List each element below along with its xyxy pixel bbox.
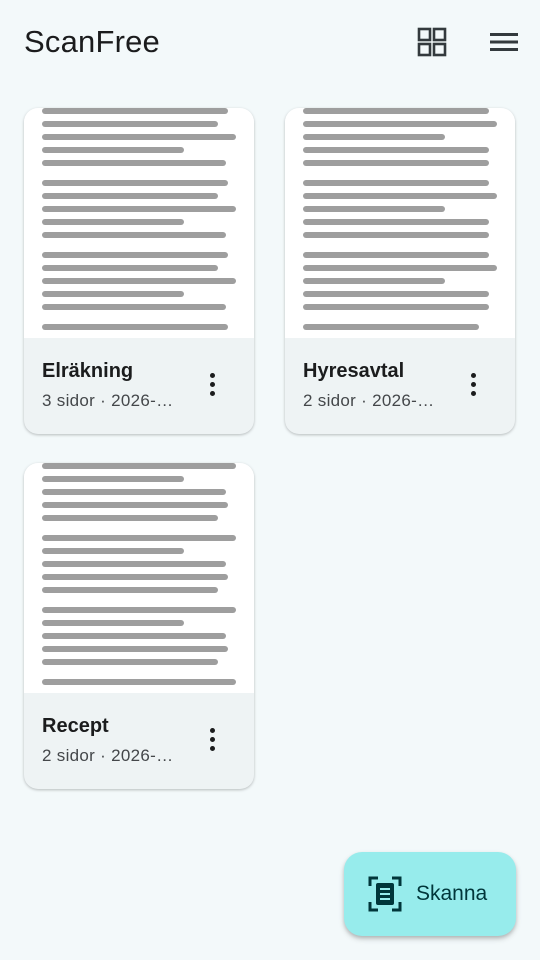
menu-button[interactable] xyxy=(486,24,522,60)
thumbnail-text-line xyxy=(303,206,445,212)
thumbnail-text-line xyxy=(42,535,236,541)
document-title: Hyresavtal xyxy=(303,360,405,382)
thumbnail-text-line xyxy=(42,502,228,508)
thumbnail-text-line xyxy=(42,561,226,567)
thumbnail-text-line xyxy=(303,265,497,271)
more-options-button[interactable] xyxy=(457,368,489,400)
grid-view-icon xyxy=(417,27,447,57)
document-card[interactable]: Elräkning 3 sidor · 2026-… xyxy=(24,108,254,434)
thumbnail-text-line xyxy=(42,463,236,469)
thumbnail-text-line xyxy=(303,324,479,330)
thumbnail-text-line xyxy=(42,180,228,186)
thumbnail-text-line xyxy=(303,252,489,258)
scan-button[interactable]: Skanna xyxy=(344,852,516,936)
thumbnail-text-line xyxy=(42,121,218,127)
thumbnail-text-line xyxy=(42,659,218,665)
more-vert-icon xyxy=(209,372,215,378)
thumbnail-text-line xyxy=(42,219,184,225)
thumbnail-text-line xyxy=(42,193,218,199)
thumbnail-text-line xyxy=(42,252,228,258)
thumbnail-text-line xyxy=(42,515,218,521)
thumbnail-text-line xyxy=(42,646,228,652)
thumbnail-text-line xyxy=(303,219,489,225)
thumbnail-text-line xyxy=(42,548,184,554)
thumbnail-text-line xyxy=(303,121,497,127)
document-thumbnail xyxy=(24,463,254,693)
thumbnail-text-line xyxy=(42,679,236,685)
thumbnail-text-line xyxy=(42,476,184,482)
thumbnail-text-line xyxy=(42,304,226,310)
more-vert-icon xyxy=(209,727,215,733)
thumbnail-text-line xyxy=(42,587,218,593)
document-thumbnail xyxy=(24,108,254,338)
thumbnail-text-line xyxy=(42,489,226,495)
thumbnail-text-line xyxy=(42,574,228,580)
thumbnail-text-line xyxy=(303,291,489,297)
thumbnail-text-line xyxy=(303,232,489,238)
thumbnail-text-line xyxy=(303,180,489,186)
document-title: Elräkning xyxy=(42,360,134,382)
document-meta: 2 sidor · 2026-… xyxy=(303,391,435,410)
thumbnail-text-line xyxy=(303,134,445,140)
document-title: Recept xyxy=(42,715,109,737)
thumbnail-text-line xyxy=(42,607,236,613)
document-meta: 3 sidor · 2026-… xyxy=(42,391,174,410)
document-meta: 2 sidor · 2026-… xyxy=(42,746,174,765)
thumbnail-text-line xyxy=(303,147,489,153)
document-thumbnail xyxy=(285,108,515,338)
more-options-button[interactable] xyxy=(196,723,228,755)
thumbnail-text-line xyxy=(42,324,228,330)
scan-button-label: Skanna xyxy=(416,882,488,905)
thumbnail-text-line xyxy=(303,304,489,310)
thumbnail-text-line xyxy=(303,160,489,166)
thumbnail-text-line xyxy=(42,160,226,166)
grid-view-button[interactable] xyxy=(414,24,450,60)
thumbnail-text-line xyxy=(42,206,236,212)
thumbnail-text-line xyxy=(42,147,184,153)
more-options-button[interactable] xyxy=(196,368,228,400)
document-card[interactable]: Hyresavtal 2 sidor · 2026-… xyxy=(285,108,515,434)
thumbnail-text-line xyxy=(42,232,226,238)
hamburger-menu-icon xyxy=(490,33,518,51)
thumbnail-text-line xyxy=(42,278,236,284)
thumbnail-text-line xyxy=(303,278,445,284)
thumbnail-text-line xyxy=(42,134,236,140)
thumbnail-text-line xyxy=(42,620,184,626)
thumbnail-text-line xyxy=(42,108,228,114)
thumbnail-text-line xyxy=(42,291,184,297)
thumbnail-text-line xyxy=(42,633,226,639)
thumbnail-text-line xyxy=(42,265,218,271)
more-vert-icon xyxy=(470,372,476,378)
app-title: ScanFree xyxy=(24,24,160,59)
document-scanner-icon xyxy=(368,876,402,912)
document-card[interactable]: Recept 2 sidor · 2026-… xyxy=(24,463,254,789)
thumbnail-text-line xyxy=(303,193,497,199)
thumbnail-text-line xyxy=(303,108,489,114)
